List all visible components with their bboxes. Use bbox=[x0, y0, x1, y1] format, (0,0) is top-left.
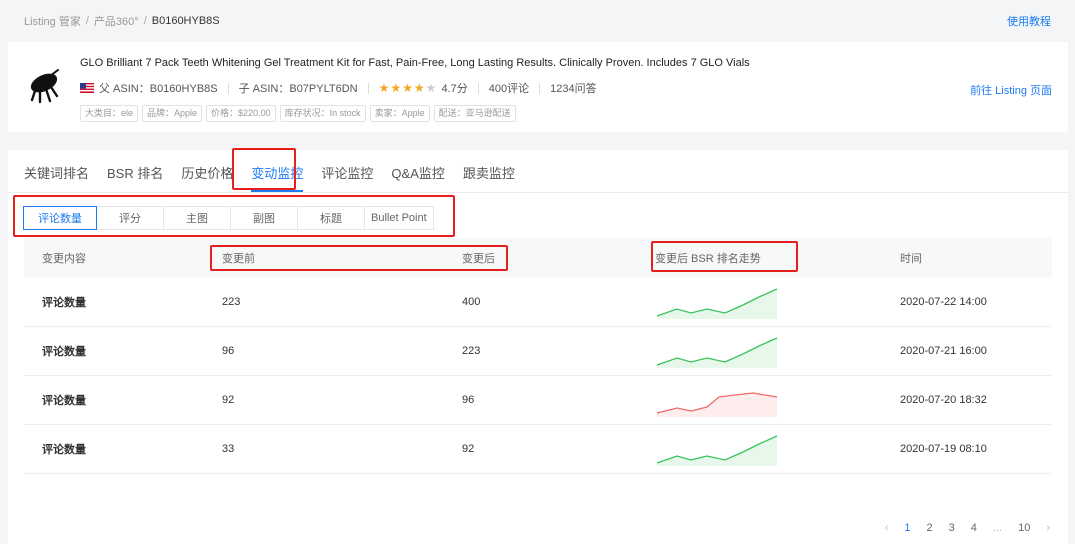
cell-change-content: 评论数量 bbox=[42, 395, 86, 407]
sub-tab-title[interactable]: 标题 bbox=[297, 206, 365, 230]
header-change-content: 变更内容 bbox=[42, 253, 86, 265]
cell-after: 96 bbox=[462, 394, 475, 406]
tag-delivery: 配送：亚马逊配送 bbox=[433, 105, 516, 122]
monitor-panel: 关键词排名 BSR 排名 历史价格 变动监控 评论监控 Q&A监控 跟卖监控 评… bbox=[8, 150, 1068, 544]
product-tags: 大类目：ele 品牌：Apple 价格：$220.00 库存状况：In stoc… bbox=[80, 105, 516, 122]
cell-trend bbox=[655, 285, 900, 319]
breadcrumb-separator: / bbox=[85, 15, 89, 27]
pagination-next-icon[interactable]: › bbox=[1046, 522, 1050, 534]
cell-before: 96 bbox=[222, 345, 235, 357]
sub-tab-bullet-point[interactable]: Bullet Point bbox=[364, 206, 434, 230]
cell-change-content: 评论数量 bbox=[42, 346, 86, 358]
cell-time: 2020-07-20 18:32 bbox=[900, 394, 987, 406]
header-time: 时间 bbox=[900, 253, 922, 265]
parent-asin: 父 ASIN：B0160HYB8S bbox=[80, 80, 218, 96]
tab-follow-sell-monitor[interactable]: 跟卖监控 bbox=[463, 163, 515, 192]
cell-trend bbox=[655, 432, 900, 466]
sub-tab-rating[interactable]: 评分 bbox=[96, 206, 164, 230]
header-after: 变更后 bbox=[462, 253, 495, 265]
meta-divider bbox=[227, 82, 229, 94]
table-row: 评论数量 33 92 2020-07-19 08:10 bbox=[24, 425, 1052, 474]
tab-qa-monitor[interactable]: Q&A监控 bbox=[391, 163, 444, 192]
cell-after: 92 bbox=[462, 443, 475, 455]
top-bar: Listing 管家 / 产品360° / B0160HYB8S 使用教程 bbox=[0, 0, 1075, 42]
pagination: ‹ 1 2 3 4 ... 10 › bbox=[869, 522, 1050, 534]
child-asin-text: 子 ASIN：B07PYLT6DN bbox=[238, 83, 358, 95]
sub-tab-group: 评论数量 评分 主图 副图 标题 Bullet Point bbox=[23, 206, 434, 230]
breadcrumb-separator: / bbox=[143, 15, 147, 27]
product-meta: 父 ASIN：B0160HYB8S 子 ASIN：B07PYLT6DN ★★★★… bbox=[80, 80, 597, 96]
cell-after: 400 bbox=[462, 296, 481, 308]
bsr-trend-sparkline bbox=[656, 392, 778, 417]
table-row: 评论数量 96 223 2020-07-21 16:00 bbox=[24, 327, 1052, 376]
page-1[interactable]: 1 bbox=[904, 522, 910, 534]
meta-divider bbox=[539, 82, 541, 94]
product-title: GLO Brilliant 7 Pack Teeth Whitening Gel… bbox=[80, 57, 750, 69]
us-flag-icon bbox=[80, 83, 94, 93]
tag-stock: 库存状况：In stock bbox=[279, 105, 366, 122]
cell-after: 223 bbox=[462, 345, 481, 357]
cell-time: 2020-07-22 14:00 bbox=[900, 296, 987, 308]
table-header: 变更内容 变更前 变更后 变更后 BSR 排名走势 时间 bbox=[24, 238, 1052, 278]
goto-listing-link[interactable]: 前往 Listing 页面 bbox=[970, 82, 1052, 98]
rating-text: 4.7分 bbox=[441, 83, 468, 95]
product-card: GLO Brilliant 7 Pack Teeth Whitening Gel… bbox=[8, 42, 1068, 132]
review-count: 400评论 bbox=[488, 83, 530, 95]
rating-stars-icon: ★★★★★ bbox=[378, 81, 438, 95]
parent-asin-text: 父 ASIN：B0160HYB8S bbox=[99, 83, 218, 95]
bsr-trend-sparkline bbox=[656, 337, 778, 368]
page-2[interactable]: 2 bbox=[927, 522, 933, 534]
header-before: 变更前 bbox=[222, 253, 255, 265]
breadcrumb: Listing 管家 / 产品360° / B0160HYB8S bbox=[24, 13, 220, 29]
page-3[interactable]: 3 bbox=[949, 522, 955, 534]
page-ellipsis: ... bbox=[992, 522, 1003, 534]
sub-tab-secondary-image[interactable]: 副图 bbox=[230, 206, 298, 230]
cell-change-content: 评论数量 bbox=[42, 444, 86, 456]
meta-divider bbox=[477, 82, 479, 94]
change-table: 变更内容 变更前 变更后 变更后 BSR 排名走势 时间 评论数量 223 40… bbox=[24, 238, 1052, 474]
breadcrumb-item-product360[interactable]: 产品360° bbox=[94, 13, 139, 29]
cell-change-content: 评论数量 bbox=[42, 297, 86, 309]
cell-time: 2020-07-19 08:10 bbox=[900, 443, 987, 455]
tab-price-history[interactable]: 历史价格 bbox=[181, 163, 233, 192]
cell-before: 33 bbox=[222, 443, 235, 455]
page-10[interactable]: 10 bbox=[1018, 522, 1030, 534]
breadcrumb-item-listing[interactable]: Listing 管家 bbox=[24, 13, 81, 29]
tab-keyword-rank[interactable]: 关键词排名 bbox=[24, 163, 89, 192]
tag-category: 大类目：ele bbox=[80, 105, 139, 122]
cell-time: 2020-07-21 16:00 bbox=[900, 345, 987, 357]
tab-bsr-rank[interactable]: BSR 排名 bbox=[107, 163, 163, 192]
bsr-trend-sparkline bbox=[656, 288, 778, 319]
bsr-trend-sparkline bbox=[656, 435, 778, 466]
cell-before: 92 bbox=[222, 394, 235, 406]
page-4[interactable]: 4 bbox=[971, 522, 977, 534]
tab-bar: 关键词排名 BSR 排名 历史价格 变动监控 评论监控 Q&A监控 跟卖监控 bbox=[24, 150, 533, 192]
tag-price: 价格：$220.00 bbox=[206, 105, 276, 122]
cell-before: 223 bbox=[222, 296, 241, 308]
sub-tab-review-count[interactable]: 评论数量 bbox=[23, 206, 97, 230]
help-link[interactable]: 使用教程 bbox=[1007, 13, 1051, 29]
breadcrumb-current: B0160HYB8S bbox=[151, 15, 220, 27]
tab-review-monitor[interactable]: 评论监控 bbox=[321, 163, 373, 192]
cell-trend bbox=[655, 334, 900, 368]
sub-tab-main-image[interactable]: 主图 bbox=[163, 206, 231, 230]
table-row: 评论数量 223 400 2020-07-22 14:00 bbox=[24, 278, 1052, 327]
tab-divider bbox=[8, 192, 1068, 193]
cell-trend bbox=[655, 383, 900, 417]
meta-divider bbox=[367, 82, 369, 94]
tab-change-monitor[interactable]: 变动监控 bbox=[251, 163, 304, 192]
table-row: 评论数量 92 96 2020-07-20 18:32 bbox=[24, 376, 1052, 425]
tag-brand: 品牌：Apple bbox=[142, 105, 203, 122]
tag-seller: 卖家：Apple bbox=[369, 105, 430, 122]
product-image bbox=[30, 69, 59, 104]
header-bsr-trend: 变更后 BSR 排名走势 bbox=[655, 253, 761, 265]
rating: ★★★★★ 4.7分 bbox=[379, 80, 468, 96]
qa-count: 1234问答 bbox=[550, 83, 597, 95]
pagination-prev-icon[interactable]: ‹ bbox=[885, 522, 889, 534]
